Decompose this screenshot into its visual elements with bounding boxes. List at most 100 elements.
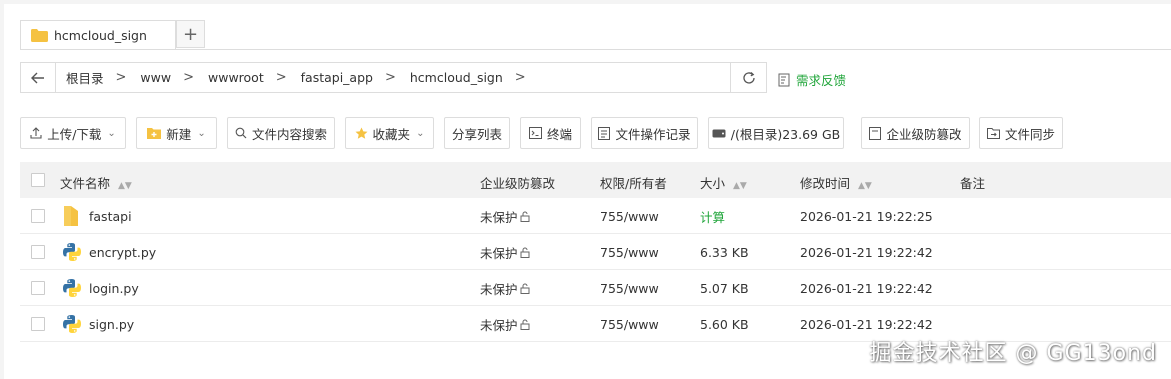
content-search-label: 文件内容搜索: [251, 126, 327, 142]
breadcrumb-fastapi-app[interactable]: fastapi_app: [287, 70, 373, 85]
modified-time: 2026-01-21 19:22:42: [800, 244, 933, 260]
upload-download-label: 上传/下载: [47, 126, 102, 142]
refresh-button[interactable]: [730, 63, 766, 92]
tamper-status-label: 未保护: [480, 209, 518, 225]
header-mtime[interactable]: 修改时间 ▲▼: [800, 173, 872, 192]
terminal-label: 终端: [546, 126, 572, 142]
breadcrumb-www[interactable]: www: [126, 70, 171, 85]
header-name[interactable]: 文件名称 ▲▼: [60, 173, 132, 192]
star-icon: [355, 127, 368, 139]
header-tamper: 企业级防篡改: [480, 176, 556, 191]
tamper-proof-label: 企业级防篡改: [886, 126, 962, 142]
file-op-log-label: 文件操作记录: [615, 126, 691, 142]
folder-icon: [64, 206, 78, 226]
select-all-checkbox[interactable]: [31, 173, 45, 187]
sort-icon: ▲▼: [118, 181, 132, 191]
terminal-button[interactable]: 终端: [520, 117, 581, 149]
back-button[interactable]: [21, 63, 56, 92]
path-bar: 根目录 > www > wwwroot > fastapi_app > hcmc…: [20, 62, 767, 93]
modified-time: 2026-01-21 19:22:25: [800, 208, 933, 224]
tamper-status[interactable]: 未保护: [480, 270, 530, 306]
file-name-cell[interactable]: login.py: [62, 270, 139, 306]
python-icon: [63, 279, 81, 297]
favorites-label: 收藏夹: [372, 126, 411, 142]
tamper-status-label: 未保护: [480, 245, 518, 261]
file-size: 5.07 KB: [700, 280, 749, 296]
breadcrumb-wwwroot[interactable]: wwwroot: [194, 70, 264, 85]
header-note: 备注: [960, 176, 986, 191]
table-row[interactable]: [20, 198, 1171, 234]
file-name-cell[interactable]: encrypt.py: [62, 234, 156, 270]
permission[interactable]: 755/www: [600, 270, 659, 306]
tamper-status-label: 未保护: [480, 317, 518, 333]
new-button[interactable]: 新建 ⌄: [136, 117, 217, 149]
unlock-icon: [520, 247, 530, 258]
file-sync-button[interactable]: 文件同步: [979, 117, 1063, 149]
tamper-status[interactable]: 未保护: [480, 306, 530, 342]
upload-download-button[interactable]: 上传/下载 ⌄: [20, 117, 126, 149]
breadcrumb-separator: >: [514, 70, 526, 85]
tamper-proof-button[interactable]: 企业级防篡改: [861, 117, 970, 149]
breadcrumb-root[interactable]: 根目录: [56, 68, 104, 87]
permission[interactable]: 755/www: [600, 234, 659, 270]
size-calc-link[interactable]: 计算: [700, 198, 725, 234]
row-checkbox[interactable]: [31, 281, 45, 295]
row-checkbox[interactable]: [31, 317, 45, 331]
refresh-icon: [742, 71, 755, 84]
chevron-down-icon: ⌄: [107, 127, 116, 139]
header-name-label: 文件名称: [60, 176, 111, 191]
share-list-label: 分享列表: [451, 126, 502, 142]
search-icon: [235, 127, 247, 139]
breadcrumb-separator: >: [275, 70, 287, 85]
breadcrumb: 根目录 > www > wwwroot > fastapi_app > hcmc…: [56, 63, 766, 92]
breadcrumb-separator: >: [115, 70, 127, 85]
terminal-icon: [528, 127, 542, 139]
tab-hcmcloud-sign[interactable]: hcmcloud_sign: [20, 20, 176, 50]
permission[interactable]: 755/www: [600, 306, 659, 342]
add-tab-button[interactable]: +: [176, 20, 205, 48]
header-size[interactable]: 大小 ▲▼: [700, 173, 747, 192]
arrow-left-icon: [31, 72, 44, 83]
disk-button[interactable]: /(根目录)23.69 GB: [708, 117, 844, 149]
header-perm: 权限/所有者: [600, 176, 667, 191]
share-list-button[interactable]: 分享列表: [444, 117, 510, 149]
disk-icon: [712, 129, 726, 137]
breadcrumb-separator: >: [384, 70, 396, 85]
file-size: 5.60 KB: [700, 316, 749, 332]
chevron-down-icon: ⌄: [197, 127, 206, 139]
table-header: [20, 162, 1171, 198]
chevron-down-icon: ⌄: [416, 127, 425, 139]
header-size-label: 大小: [700, 176, 726, 191]
favorites-button[interactable]: 收藏夹 ⌄: [345, 117, 434, 149]
tamper-status[interactable]: 未保护: [480, 198, 530, 234]
content-search-button[interactable]: 文件内容搜索: [227, 117, 335, 149]
breadcrumb-hcmcloud-sign[interactable]: hcmcloud_sign: [396, 70, 503, 85]
feedback-label: 需求反馈: [796, 73, 847, 88]
row-checkbox[interactable]: [31, 245, 45, 259]
sync-folder-icon: [986, 128, 1000, 139]
file-name: sign.py: [89, 316, 135, 332]
tamper-status[interactable]: 未保护: [480, 234, 530, 270]
header-mtime-label: 修改时间: [800, 176, 851, 191]
unlock-icon: [520, 319, 530, 330]
file-name-cell[interactable]: sign.py: [62, 306, 134, 342]
file-op-log-button[interactable]: 文件操作记录: [591, 117, 698, 149]
sort-icon: ▲▼: [733, 181, 747, 191]
file-name-cell[interactable]: fastapi: [62, 198, 132, 234]
tamper-status-label: 未保护: [480, 281, 518, 297]
python-icon: [63, 243, 81, 261]
table-row[interactable]: [20, 270, 1171, 306]
table-row[interactable]: [20, 234, 1171, 270]
permission[interactable]: 755/www: [600, 198, 659, 234]
tab-divider: [20, 49, 1171, 50]
sort-icon: ▲▼: [858, 181, 872, 191]
new-folder-icon: [147, 128, 162, 139]
edit-note-icon: [778, 73, 790, 86]
log-icon: [598, 126, 611, 140]
shield-doc-icon: [869, 126, 882, 140]
file-name: encrypt.py: [89, 244, 157, 260]
folder-icon: [31, 29, 48, 42]
unlock-icon: [520, 283, 530, 294]
row-checkbox[interactable]: [31, 209, 45, 223]
feedback-link[interactable]: 需求反馈: [778, 70, 846, 89]
